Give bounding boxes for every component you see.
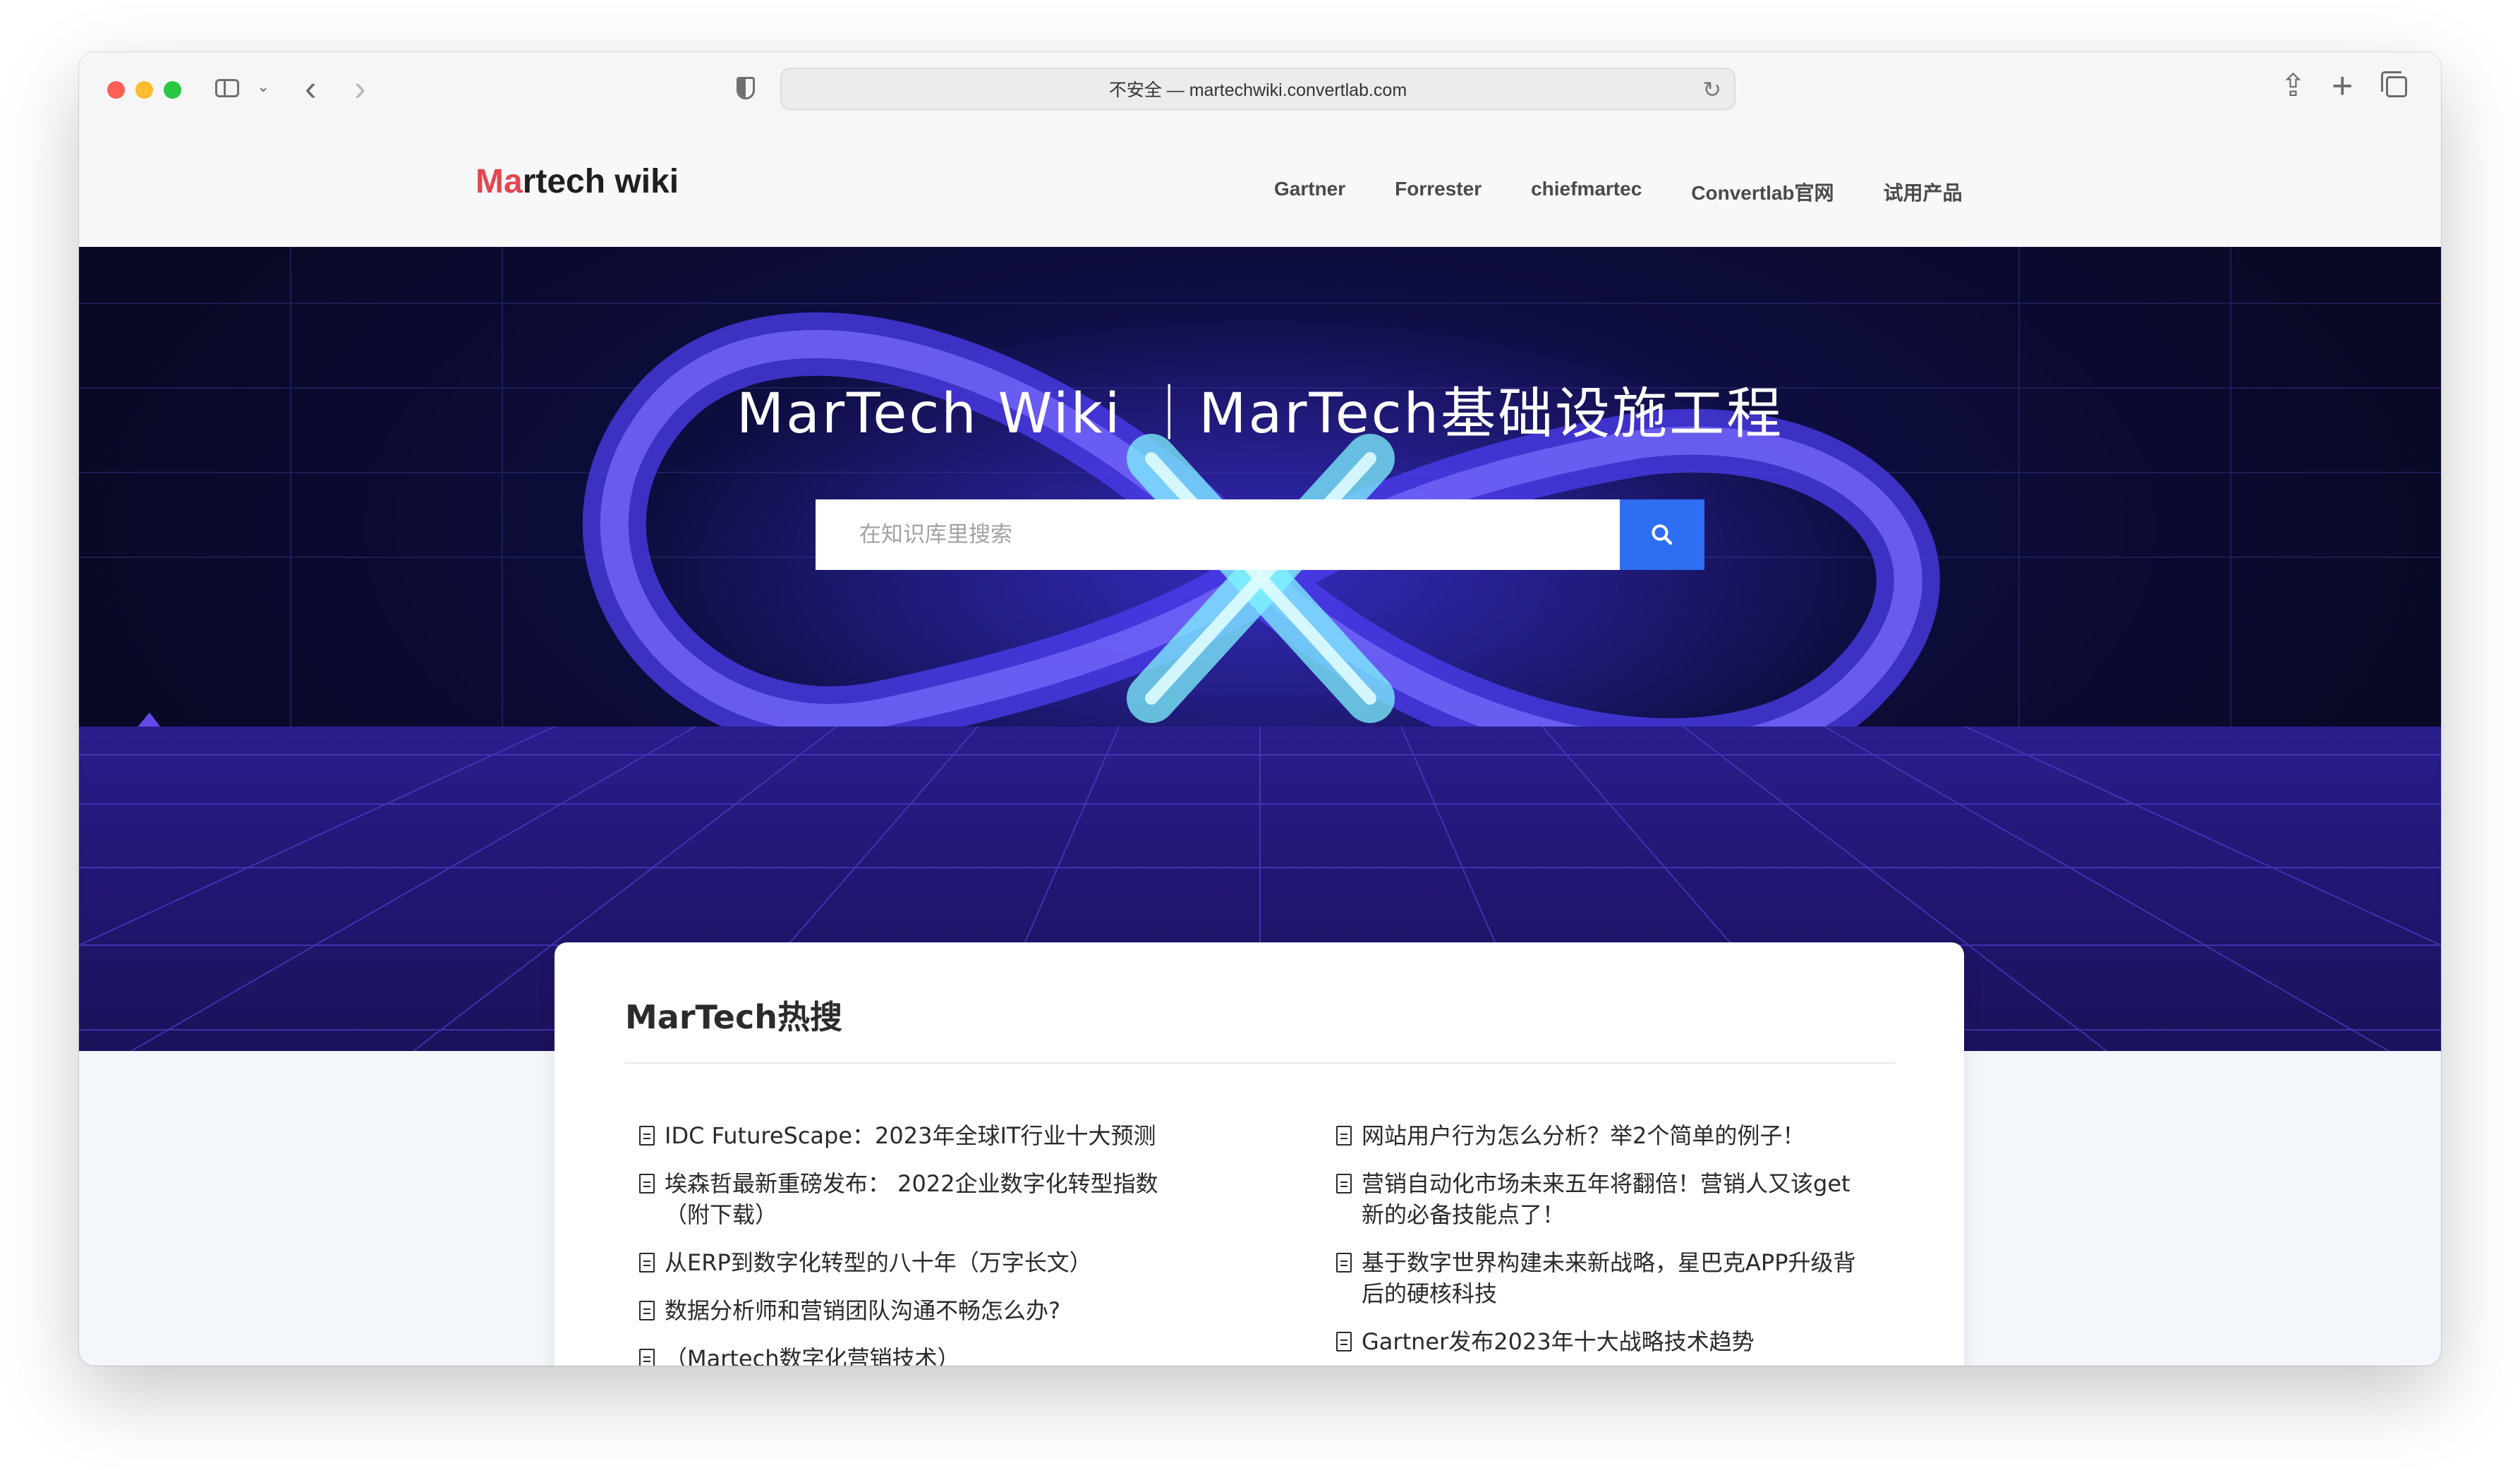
hot-search-title: MarTech热搜 bbox=[625, 998, 842, 1036]
list-item[interactable]: 网站用户行为怎么分析？举2个简单的例子！ bbox=[1333, 1120, 1870, 1151]
chevron-down-icon[interactable]: ⌄ bbox=[257, 78, 269, 96]
browser-window: ⌄ ‹ › 不安全 — martechwiki.convertlab.com ↻… bbox=[79, 52, 2441, 1366]
nav-link-trial[interactable]: 试用产品 bbox=[1884, 178, 1963, 206]
list-item[interactable]: 基于数字世界构建未来新战略，星巴克APP升级背后的硬核科技 bbox=[1333, 1247, 1870, 1309]
list-item[interactable]: （Martech数字化营销技术） bbox=[636, 1343, 1173, 1366]
nav-link-forrester[interactable]: Forrester bbox=[1395, 178, 1482, 206]
address-bar[interactable]: 不安全 — martechwiki.convertlab.com ↻ bbox=[780, 68, 1735, 110]
document-icon bbox=[1336, 1253, 1352, 1272]
browser-toolbar: ⌄ ‹ › 不安全 — martechwiki.convertlab.com ↻… bbox=[79, 52, 2441, 128]
list-item[interactable]: Gartner发布2023年十大战略技术趋势 bbox=[1333, 1326, 1870, 1357]
reload-icon[interactable]: ↻ bbox=[1702, 76, 1721, 103]
list-item[interactable]: 数据分析师和营销团队沟通不畅怎么办? bbox=[636, 1295, 1173, 1326]
divider bbox=[625, 1062, 1895, 1064]
close-window-button[interactable] bbox=[107, 81, 125, 99]
list-item[interactable]: IDC FutureScape：2023年全球IT行业十大预测 bbox=[636, 1120, 1173, 1151]
url-text: 不安全 — martechwiki.convertlab.com bbox=[1108, 80, 1407, 100]
site-logo[interactable]: Martech wiki bbox=[475, 162, 679, 201]
search-icon bbox=[1652, 524, 1673, 545]
search-bar bbox=[816, 499, 1704, 570]
nav-link-chiefmartec[interactable]: chiefmartec bbox=[1531, 178, 1642, 206]
document-icon bbox=[639, 1301, 655, 1320]
forward-icon[interactable]: › bbox=[354, 68, 366, 109]
list-item[interactable]: 埃森哲最新重磅发布： 2022企业数字化转型指数（附下载） bbox=[636, 1168, 1173, 1230]
share-icon[interactable]: ⇪ bbox=[2280, 71, 2306, 102]
nav-link-convertlab[interactable]: Convertlab官网 bbox=[1691, 178, 1834, 206]
hot-list-left: IDC FutureScape：2023年全球IT行业十大预测 埃森哲最新重磅发… bbox=[636, 1120, 1173, 1366]
zoom-window-button[interactable] bbox=[164, 81, 181, 99]
tab-overview-icon[interactable] bbox=[2381, 71, 2407, 97]
hot-list-right: 网站用户行为怎么分析？举2个简单的例子！ 营销自动化市场未来五年将翻倍！营销人又… bbox=[1333, 1120, 1870, 1366]
shield-icon[interactable] bbox=[737, 77, 755, 99]
list-item[interactable]: 营销自动化市场未来五年将翻倍！营销人又该get新的必备技能点了！ bbox=[1333, 1168, 1870, 1230]
search-button[interactable] bbox=[1620, 499, 1704, 570]
document-icon bbox=[639, 1126, 655, 1146]
search-input[interactable] bbox=[816, 499, 1620, 570]
list-item[interactable]: 从ERP到数字化转型的八十年（万字长文） bbox=[636, 1247, 1173, 1278]
document-icon bbox=[639, 1174, 655, 1193]
site-header: Martech wiki Gartner Forrester chiefmart… bbox=[79, 127, 2441, 247]
hot-search-card: MarTech热搜 IDC FutureScape：2023年全球IT行业十大预… bbox=[555, 942, 1964, 1366]
sidebar-icon[interactable] bbox=[215, 79, 239, 97]
document-icon bbox=[1336, 1174, 1352, 1193]
hero-banner: MarTech Wiki ｜MarTech基础设施工程 bbox=[79, 247, 2441, 1051]
new-tab-icon[interactable]: + bbox=[2332, 68, 2353, 104]
hero-title: MarTech Wiki ｜MarTech基础设施工程 bbox=[736, 382, 1784, 446]
document-icon bbox=[639, 1253, 655, 1272]
top-nav: Gartner Forrester chiefmartec Convertlab… bbox=[1274, 178, 2012, 206]
document-icon bbox=[639, 1349, 655, 1366]
document-icon bbox=[1336, 1332, 1352, 1351]
document-icon bbox=[1336, 1126, 1352, 1146]
nav-link-gartner[interactable]: Gartner bbox=[1274, 178, 1345, 206]
back-icon[interactable]: ‹ bbox=[305, 68, 317, 109]
minimize-window-button[interactable] bbox=[135, 81, 153, 99]
